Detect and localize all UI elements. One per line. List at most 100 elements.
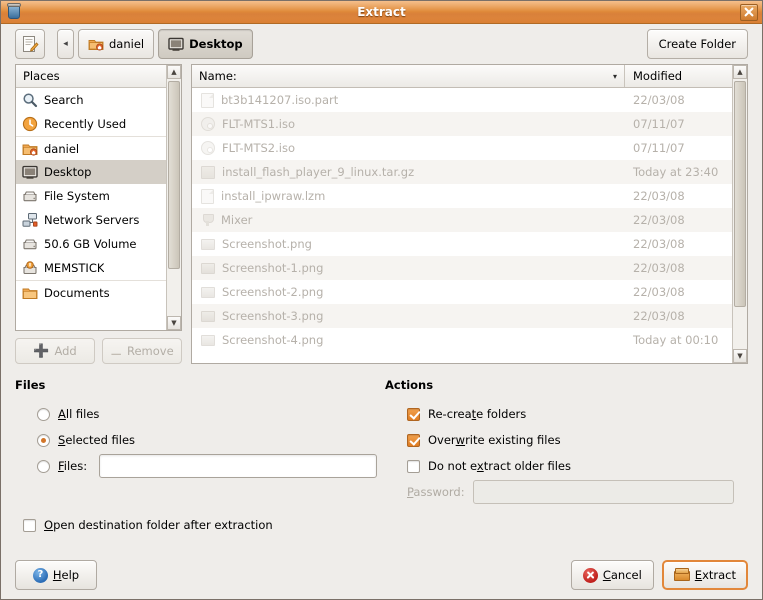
checkbox-row-recreate-folders[interactable]: Re-create folders xyxy=(385,401,748,427)
path-toolbar: ◂ daniel Desktop Create Folder xyxy=(1,24,762,64)
path-back-button[interactable]: ◂ xyxy=(57,29,74,59)
breadcrumb-item-desktop[interactable]: Desktop xyxy=(158,29,253,59)
sidebar-item-documents[interactable]: Documents xyxy=(16,280,166,304)
password-input[interactable] xyxy=(472,480,734,504)
selected-files-label: Selected files xyxy=(58,433,136,447)
image-icon xyxy=(201,262,215,274)
add-place-button[interactable]: ➕ Add xyxy=(15,338,95,364)
sidebar-item-label: Recently Used xyxy=(44,117,127,131)
file-modified: Today at 00:10 xyxy=(633,333,719,347)
table-row[interactable]: Screenshot-1.png 22/03/08 xyxy=(192,256,732,280)
extract-button[interactable]: Extract xyxy=(661,560,748,590)
file-modified: 22/03/08 xyxy=(633,213,685,227)
sidebar-item-label: Documents xyxy=(44,285,110,300)
breadcrumb-item-daniel[interactable]: daniel xyxy=(78,29,155,59)
places-header: Places xyxy=(16,65,166,88)
scrollbar-thumb[interactable] xyxy=(168,81,180,269)
open-destination-checkbox[interactable] xyxy=(23,518,36,532)
scrollbar-thumb[interactable] xyxy=(734,81,746,307)
sidebar-item-search[interactable]: Search xyxy=(16,88,166,112)
file-name: Screenshot.png xyxy=(222,237,312,251)
file-name: bt3b141207.iso.part xyxy=(221,93,339,107)
table-row[interactable]: FLT-MTS1.iso 07/11/07 xyxy=(192,112,732,136)
help-icon: ? xyxy=(32,567,48,583)
sidebar-item-daniel[interactable]: daniel xyxy=(16,136,166,160)
cd-image-icon xyxy=(201,117,215,131)
column-header-modified-label: Modified xyxy=(633,69,683,83)
file-name: FLT-MTS1.iso xyxy=(222,117,295,131)
sidebar-item-desktop[interactable]: Desktop xyxy=(16,160,166,184)
files-pattern-input[interactable] xyxy=(99,454,378,478)
table-row[interactable]: install_ipwraw.lzm 22/03/08 xyxy=(192,184,732,208)
scroll-down-icon[interactable]: ▼ xyxy=(167,316,181,330)
window-title: Extract xyxy=(357,4,406,19)
create-folder-button[interactable]: Create Folder xyxy=(646,29,748,59)
table-row[interactable]: install_flash_player_9_linux.tar.gz Toda… xyxy=(192,160,732,184)
harddisk-icon xyxy=(22,236,38,252)
scroll-down-icon[interactable]: ▼ xyxy=(733,349,747,363)
radio-row-all-files[interactable]: All files xyxy=(15,401,385,427)
sidebar-item-label: 50.6 GB Volume xyxy=(44,237,137,251)
overwrite-checkbox[interactable] xyxy=(407,433,420,447)
remove-place-button[interactable]: ⚊ Remove xyxy=(102,338,182,364)
files-pattern-label: Files: xyxy=(58,459,88,473)
sidebar-item-memstick[interactable]: MEMSTICK xyxy=(16,256,166,280)
sidebar-item-label: Search xyxy=(44,93,84,107)
selected-files-radio[interactable] xyxy=(37,433,50,447)
radio-row-files-pattern[interactable]: Files: xyxy=(15,453,385,479)
open-destination-row[interactable]: Open destination folder after extraction xyxy=(1,505,762,532)
cancel-icon xyxy=(582,567,598,583)
primary-buttons: Cancel Extract xyxy=(570,560,748,590)
do-not-extract-older-label: Do not extract older files xyxy=(428,459,572,473)
files-section: Files All files Selected files Files: xyxy=(15,378,385,505)
file-name: FLT-MTS2.iso xyxy=(222,141,295,155)
radio-row-selected-files[interactable]: Selected files xyxy=(15,427,385,453)
home-folder-icon xyxy=(22,141,38,157)
table-row[interactable]: FLT-MTS2.iso 07/11/07 xyxy=(192,136,732,160)
table-row[interactable]: bt3b141207.iso.part 22/03/08 xyxy=(192,88,732,112)
scroll-up-icon[interactable]: ▲ xyxy=(733,65,747,79)
checkbox-row-do-not-extract-older[interactable]: Do not extract older files xyxy=(385,453,748,479)
password-label: Password: xyxy=(407,485,465,499)
browser-panes: Places Search Recently Used daniel Deskt… xyxy=(1,64,762,364)
column-header-modified[interactable]: Modified xyxy=(625,65,732,87)
close-icon[interactable] xyxy=(740,3,758,21)
table-row[interactable]: Screenshot-4.png Today at 00:10 xyxy=(192,328,732,352)
overwrite-label: Overwrite existing files xyxy=(428,433,561,447)
scroll-up-icon[interactable]: ▲ xyxy=(167,65,181,79)
sidebar-item-file-system[interactable]: File System xyxy=(16,184,166,208)
help-button[interactable]: ? Help xyxy=(15,560,97,590)
sidebar-item-label: MEMSTICK xyxy=(44,261,105,275)
file-modified: 22/03/08 xyxy=(633,93,685,107)
sidebar-item-volume[interactable]: 50.6 GB Volume xyxy=(16,232,166,256)
cancel-button[interactable]: Cancel xyxy=(570,560,654,590)
table-row[interactable]: Screenshot.png 22/03/08 xyxy=(192,232,732,256)
files-pattern-radio[interactable] xyxy=(37,459,50,473)
extract-dialog-window: Extract ◂ daniel Desktop Create Folder P… xyxy=(0,0,763,600)
recreate-folders-checkbox[interactable] xyxy=(407,407,420,421)
file-name: Mixer xyxy=(221,213,253,227)
edit-path-icon[interactable] xyxy=(15,29,45,59)
places-scrollbar[interactable]: ▲ ▼ xyxy=(166,65,181,330)
table-row[interactable]: Screenshot-3.png 22/03/08 xyxy=(192,304,732,328)
places-box: Places Search Recently Used daniel Deskt… xyxy=(15,64,182,331)
all-files-label: All files xyxy=(58,407,100,421)
table-row[interactable]: Mixer 22/03/08 xyxy=(192,208,732,232)
file-modified: 22/03/08 xyxy=(633,189,685,203)
table-row[interactable]: Screenshot-2.png 22/03/08 xyxy=(192,280,732,304)
do-not-extract-older-checkbox[interactable] xyxy=(407,459,420,473)
files-section-title: Files xyxy=(15,378,46,392)
checkbox-row-overwrite[interactable]: Overwrite existing files xyxy=(385,427,748,453)
chevron-left-icon: ◂ xyxy=(63,39,68,49)
archive-icon xyxy=(201,165,215,179)
column-header-name[interactable]: Name: ▾ xyxy=(192,65,625,87)
file-list-scrollbar[interactable]: ▲ ▼ xyxy=(732,65,747,363)
extract-icon xyxy=(673,568,690,582)
sidebar-item-label: File System xyxy=(44,189,110,203)
file-modified: 22/03/08 xyxy=(633,237,685,251)
sidebar-item-recently-used[interactable]: Recently Used xyxy=(16,112,166,136)
places-list: Places Search Recently Used daniel Deskt… xyxy=(16,65,166,330)
sidebar-item-network-servers[interactable]: Network Servers xyxy=(16,208,166,232)
sidebar-item-label: Desktop xyxy=(44,165,92,179)
all-files-radio[interactable] xyxy=(37,407,50,421)
